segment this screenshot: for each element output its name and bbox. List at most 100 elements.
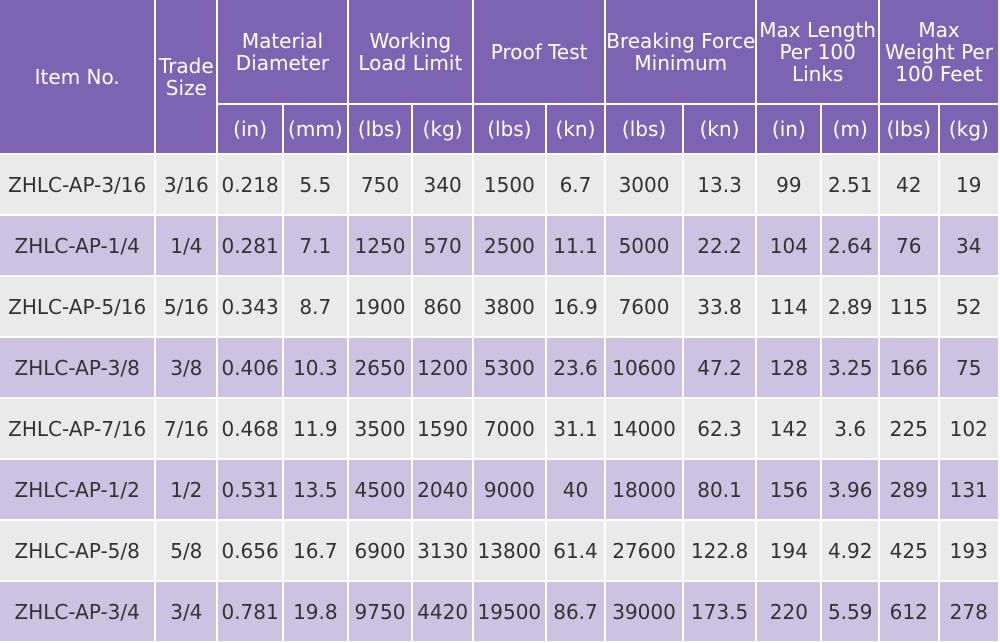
cell-length-in: 99	[757, 155, 821, 214]
cell-break-lbs: 27600	[606, 521, 682, 580]
unit-cell: (m)	[822, 105, 878, 153]
header-line: Per 100	[779, 39, 856, 64]
cell-wll-lbs: 1900	[348, 277, 412, 336]
cell-wll-lbs: 4500	[348, 460, 412, 519]
cell-weight-lbs: 425	[880, 521, 938, 580]
cell-diameter-mm: 19.8	[283, 582, 347, 641]
cell-diameter-in: 0.468	[218, 399, 282, 458]
table-body: ZHLC-AP-3/16 3/16 0.218 5.5 750 340 1500…	[0, 155, 998, 641]
cell-wll-kg: 1590	[413, 399, 472, 458]
cell-trade-size: 5/8	[156, 521, 217, 580]
cell-proof-lbs: 1500	[473, 155, 545, 214]
cell-weight-lbs: 115	[880, 277, 938, 336]
col-header-breaking-force: Breaking Force Minimum	[606, 0, 756, 103]
cell-length-in: 142	[757, 399, 821, 458]
col-header-max-length: Max Length Per 100 Links	[757, 0, 878, 103]
cell-diameter-in: 0.218	[218, 155, 282, 214]
col-header-max-weight: Max Weight Per 100 Feet	[880, 0, 998, 103]
cell-break-kn: 33.8	[683, 277, 756, 336]
cell-weight-lbs: 225	[880, 399, 938, 458]
cell-diameter-mm: 8.7	[283, 277, 347, 336]
header-line: 100 Feet	[895, 61, 983, 86]
cell-proof-lbs: 7000	[473, 399, 545, 458]
col-header-proof-test: Proof Test	[473, 0, 605, 103]
table-row: ZHLC-AP-3/8 3/8 0.406 10.3 2650 1200 530…	[0, 338, 998, 397]
cell-weight-kg: 75	[939, 338, 998, 397]
cell-length-in: 220	[757, 582, 821, 641]
cell-proof-lbs: 2500	[473, 216, 545, 275]
cell-length-m: 2.89	[822, 277, 878, 336]
table-row: ZHLC-AP-3/16 3/16 0.218 5.5 750 340 1500…	[0, 155, 998, 214]
cell-break-kn: 62.3	[683, 399, 756, 458]
header-line: Diameter	[235, 50, 330, 75]
cell-wll-kg: 1200	[413, 338, 472, 397]
unit-cell: (kg)	[413, 105, 472, 153]
cell-length-m: 2.51	[822, 155, 878, 214]
cell-diameter-mm: 16.7	[283, 521, 347, 580]
cell-break-lbs: 3000	[606, 155, 682, 214]
cell-length-m: 5.59	[822, 582, 878, 641]
cell-trade-size: 3/16	[156, 155, 217, 214]
cell-wll-kg: 2040	[413, 460, 472, 519]
header-line: Size	[165, 75, 207, 100]
col-header-material-diameter: Material Diameter	[218, 0, 347, 103]
header-line: Minimum	[634, 50, 728, 75]
cell-wll-kg: 3130	[413, 521, 472, 580]
unit-cell: (kg)	[939, 105, 998, 153]
unit-cell: (lbs)	[880, 105, 938, 153]
cell-proof-kn: 16.9	[546, 277, 605, 336]
header-line: Working	[369, 28, 452, 53]
cell-proof-lbs: 13800	[473, 521, 545, 580]
cell-length-in: 128	[757, 338, 821, 397]
cell-proof-kn: 40	[546, 460, 605, 519]
cell-wll-lbs: 9750	[348, 582, 412, 641]
table-row: ZHLC-AP-5/16 5/16 0.343 8.7 1900 860 380…	[0, 277, 998, 336]
cell-length-in: 114	[757, 277, 821, 336]
unit-cell: (kn)	[546, 105, 605, 153]
cell-break-kn: 13.3	[683, 155, 756, 214]
table-row: ZHLC-AP-1/4 1/4 0.281 7.1 1250 570 2500 …	[0, 216, 998, 275]
header-line: Trade	[158, 53, 214, 78]
table-row: ZHLC-AP-7/16 7/16 0.468 11.9 3500 1590 7…	[0, 399, 998, 458]
cell-diameter-mm: 5.5	[283, 155, 347, 214]
cell-proof-kn: 31.1	[546, 399, 605, 458]
header-line: Max Length	[759, 17, 876, 42]
cell-weight-lbs: 42	[880, 155, 938, 214]
header-row: Item No. Trade Size Material Diameter Wo…	[0, 0, 998, 153]
unit-cell: (lbs)	[606, 105, 682, 153]
cell-wll-kg: 4420	[413, 582, 472, 641]
cell-wll-lbs: 3500	[348, 399, 412, 458]
cell-diameter-in: 0.281	[218, 216, 282, 275]
cell-wll-lbs: 6900	[348, 521, 412, 580]
table-row: ZHLC-AP-1/2 1/2 0.531 13.5 4500 2040 900…	[0, 460, 998, 519]
cell-diameter-in: 0.343	[218, 277, 282, 336]
cell-break-lbs: 18000	[606, 460, 682, 519]
cell-proof-kn: 11.1	[546, 216, 605, 275]
cell-weight-lbs: 76	[880, 216, 938, 275]
cell-break-lbs: 10600	[606, 338, 682, 397]
cell-weight-lbs: 166	[880, 338, 938, 397]
cell-item-no: ZHLC-AP-3/8	[0, 338, 155, 397]
cell-proof-lbs: 3800	[473, 277, 545, 336]
cell-break-kn: 22.2	[683, 216, 756, 275]
cell-item-no: ZHLC-AP-1/4	[0, 216, 155, 275]
chain-spec-table: Item No. Trade Size Material Diameter Wo…	[0, 0, 1000, 643]
unit-cell: (lbs)	[348, 105, 412, 153]
cell-length-m: 4.92	[822, 521, 878, 580]
cell-length-m: 3.6	[822, 399, 878, 458]
unit-cell: (lbs)	[473, 105, 545, 153]
cell-diameter-in: 0.656	[218, 521, 282, 580]
unit-cell: (in)	[218, 105, 282, 153]
header-line: Links	[791, 61, 844, 86]
cell-diameter-in: 0.406	[218, 338, 282, 397]
unit-cell: (in)	[757, 105, 821, 153]
unit-cell: (mm)	[283, 105, 347, 153]
cell-proof-lbs: 9000	[473, 460, 545, 519]
col-header-item-no: Item No.	[0, 0, 155, 153]
cell-item-no: ZHLC-AP-7/16	[0, 399, 155, 458]
cell-length-in: 156	[757, 460, 821, 519]
cell-wll-lbs: 1250	[348, 216, 412, 275]
table-row: ZHLC-AP-5/8 5/8 0.656 16.7 6900 3130 138…	[0, 521, 998, 580]
cell-item-no: ZHLC-AP-1/2	[0, 460, 155, 519]
cell-break-lbs: 14000	[606, 399, 682, 458]
